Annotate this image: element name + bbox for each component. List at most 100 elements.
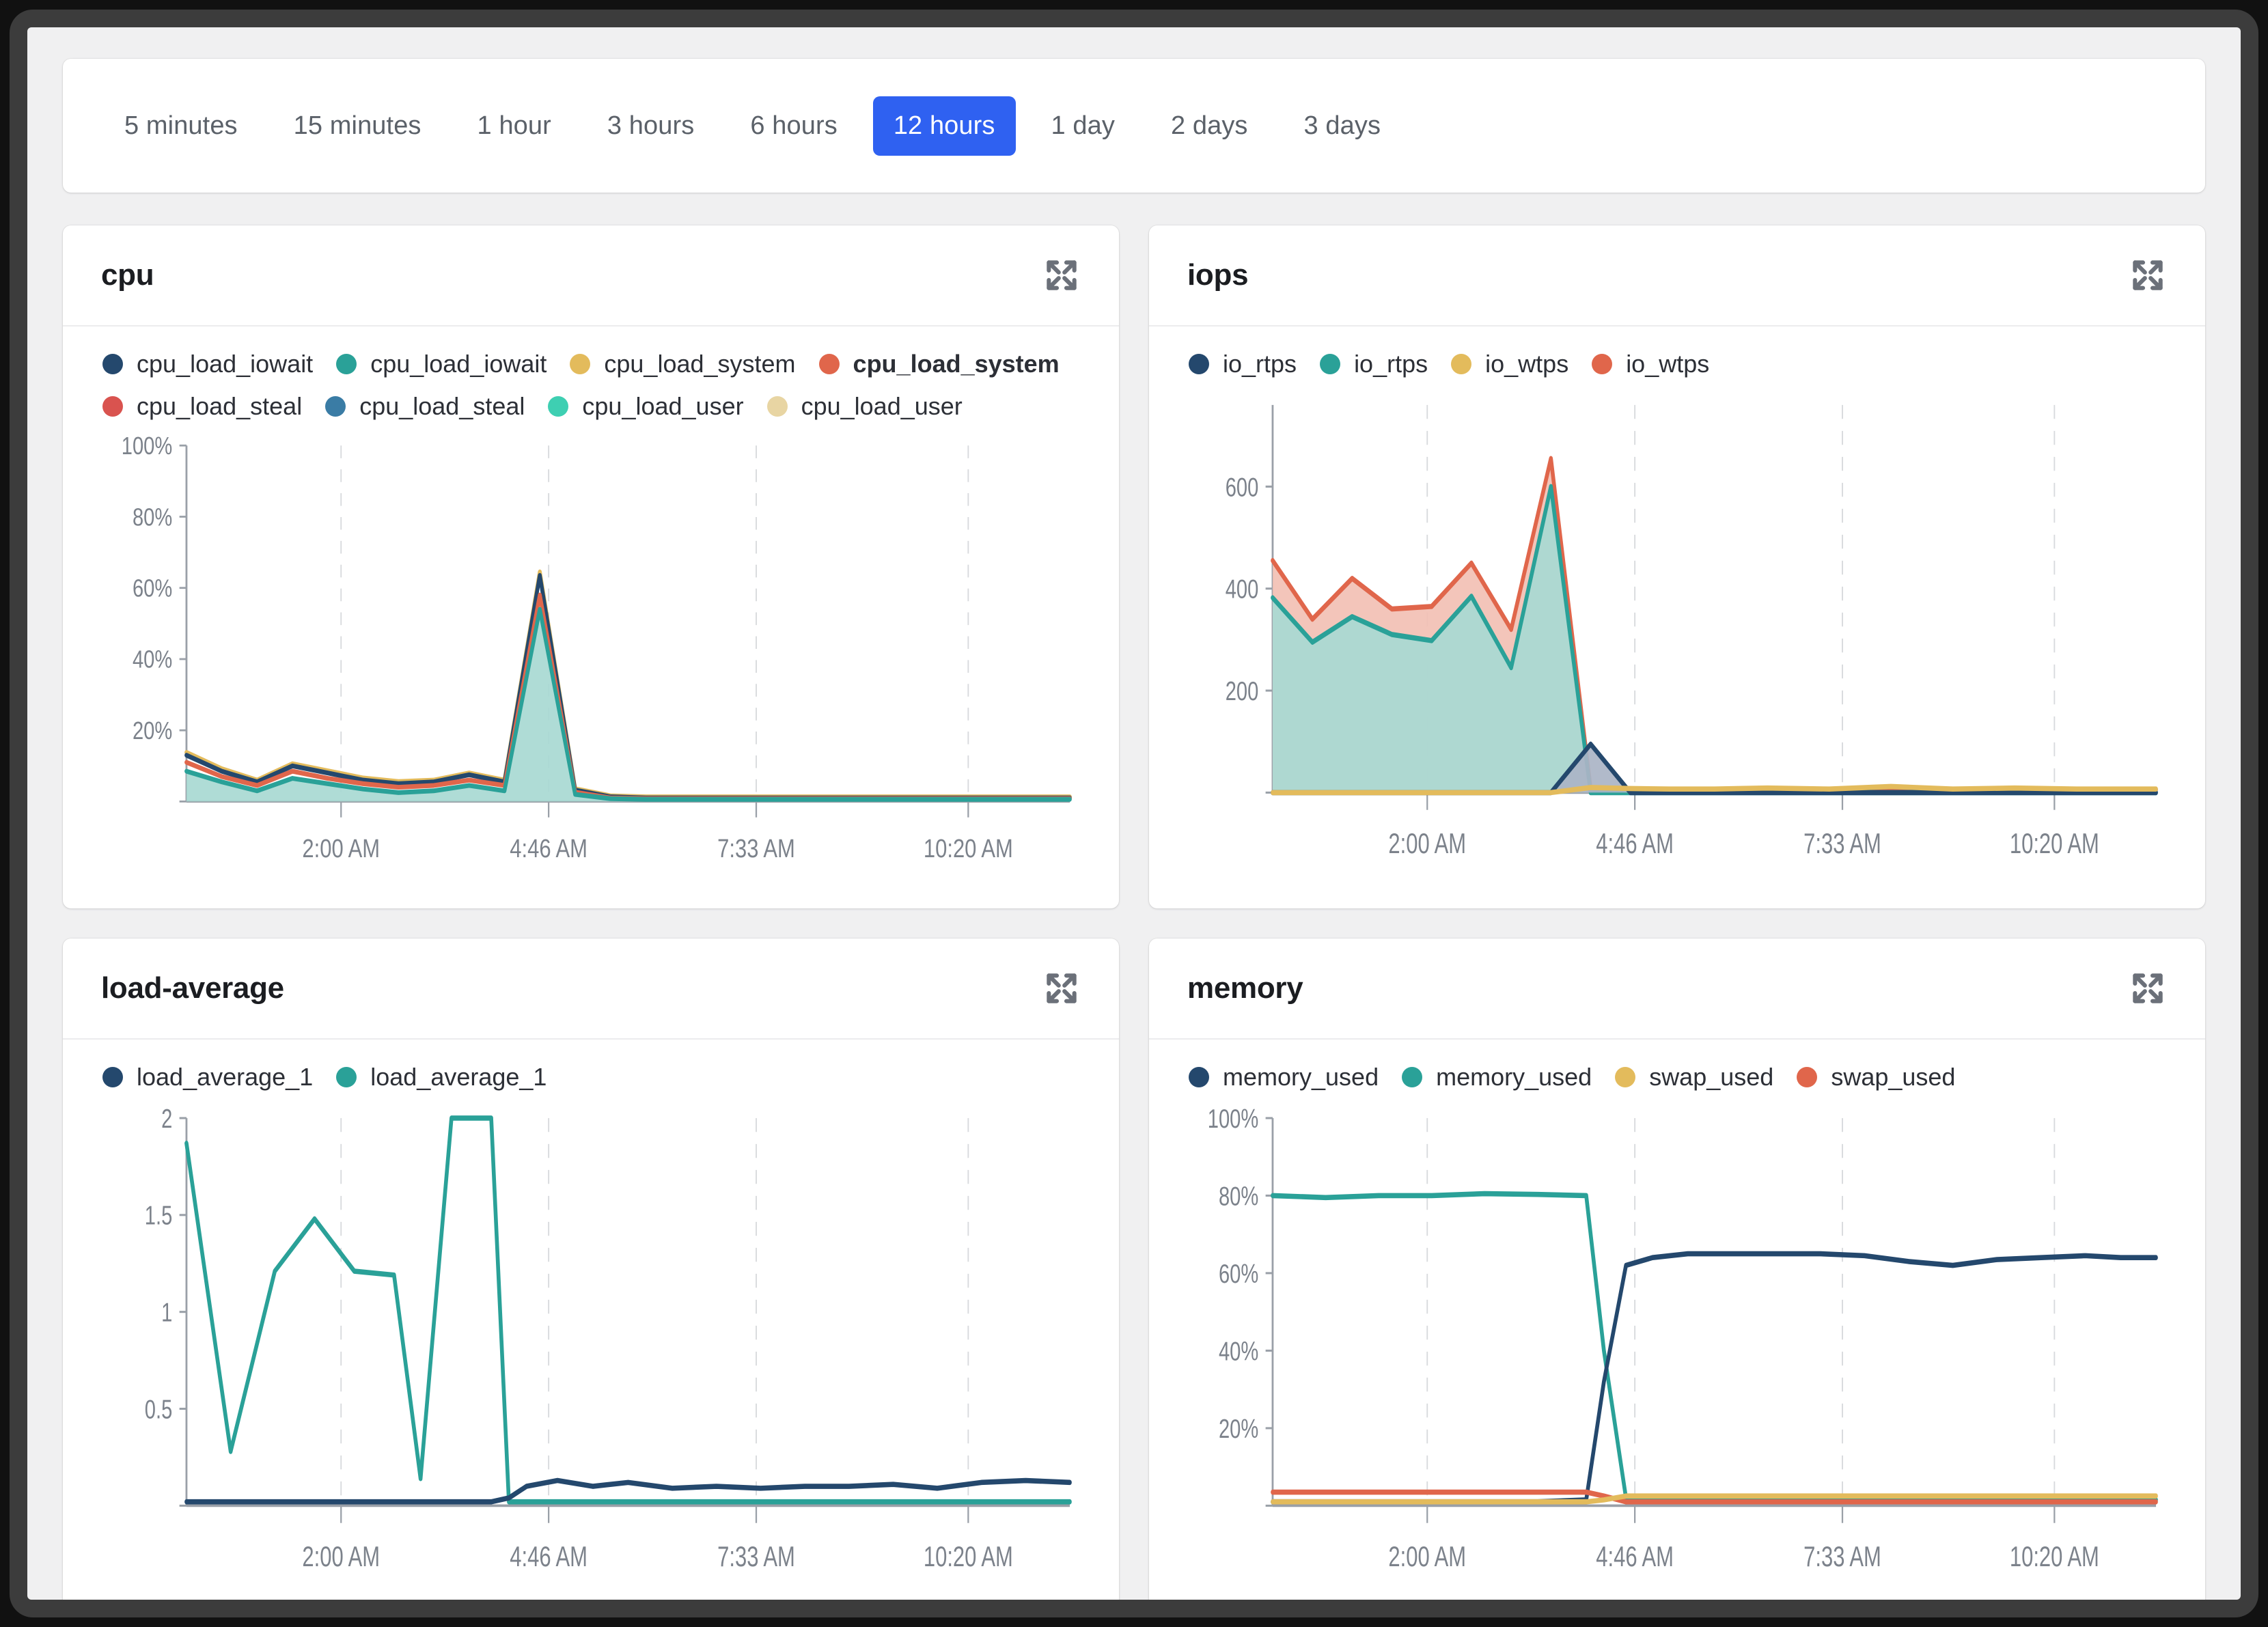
chart-grid: cpucpu_load_iowaitcpu_load_iowaitcpu_loa… bbox=[63, 225, 2205, 1600]
legend-item[interactable]: cpu_load_system bbox=[819, 350, 1060, 378]
legend-label: memory_used bbox=[1223, 1063, 1379, 1091]
svg-text:400: 400 bbox=[1226, 575, 1259, 604]
panel-title: iops bbox=[1187, 258, 1248, 292]
time-range-tab-5-minutes[interactable]: 5 minutes bbox=[104, 96, 258, 156]
chart-panel-memory: memory memory_used memory_used swap_used swa… bbox=[1149, 938, 2205, 1600]
legend-color-dot bbox=[336, 1067, 357, 1087]
legend-item[interactable]: swap_used bbox=[1797, 1063, 1955, 1091]
legend-label: swap_used bbox=[1831, 1063, 1955, 1091]
expand-icon[interactable] bbox=[1042, 256, 1081, 294]
legend-color-dot bbox=[1592, 354, 1612, 374]
chart-panel-load-average: load-average load_average_1 load_average_1… bbox=[63, 938, 1119, 1600]
svg-text:7:33 AM: 7:33 AM bbox=[1803, 1541, 1881, 1573]
legend-color-dot bbox=[767, 396, 788, 417]
legend-item[interactable]: cpu_load_iowait bbox=[336, 350, 547, 378]
time-range-tab-12-hours[interactable]: 12 hours bbox=[873, 96, 1016, 156]
expand-icon[interactable] bbox=[1042, 969, 1081, 1007]
svg-text:7:33 AM: 7:33 AM bbox=[717, 834, 795, 863]
plot-area[interactable]: 20%40%60%80%100%2:00 AM4:46 AM7:33 AM10:… bbox=[90, 425, 1092, 902]
plot-area[interactable]: 20%40%60%80%100%2:00 AM4:46 AM7:33 AM10:… bbox=[1176, 1096, 2178, 1600]
time-range-tab-15-minutes[interactable]: 15 minutes bbox=[273, 96, 442, 156]
panel-header: memory bbox=[1149, 938, 2205, 1040]
svg-text:10:20 AM: 10:20 AM bbox=[924, 1541, 1013, 1573]
legend-item[interactable]: cpu_load_user bbox=[548, 392, 743, 421]
plot-area[interactable]: 2004006002:00 AM4:46 AM7:33 AM10:20 AM bbox=[1176, 383, 2178, 902]
svg-text:600: 600 bbox=[1226, 473, 1259, 502]
legend-label: cpu_load_user bbox=[582, 392, 743, 421]
legend-item[interactable]: cpu_load_steal bbox=[325, 392, 525, 421]
svg-text:60%: 60% bbox=[1219, 1260, 1258, 1289]
legend-label: io_wtps bbox=[1626, 350, 1709, 378]
legend-label: io_rtps bbox=[1223, 350, 1297, 378]
legend-label: load_average_1 bbox=[370, 1063, 547, 1091]
svg-text:20%: 20% bbox=[1219, 1415, 1258, 1444]
legend-color-dot bbox=[819, 354, 840, 374]
legend-color-dot bbox=[1451, 354, 1471, 374]
svg-text:200: 200 bbox=[1226, 677, 1259, 706]
legend-item[interactable]: io_rtps bbox=[1320, 350, 1428, 378]
panel-title: load-average bbox=[101, 971, 284, 1005]
svg-text:80%: 80% bbox=[133, 503, 172, 531]
time-range-tab-2-days[interactable]: 2 days bbox=[1150, 96, 1269, 156]
svg-text:2:00 AM: 2:00 AM bbox=[302, 1541, 380, 1573]
time-range-tab-6-hours[interactable]: 6 hours bbox=[730, 96, 857, 156]
panel-body: io_rtpsio_rtpsio_wtpsio_wtps2004006002:0… bbox=[1149, 326, 2205, 908]
legend-item[interactable]: load_average_1 bbox=[336, 1063, 547, 1091]
plot-area[interactable]: 0.511.522:00 AM4:46 AM7:33 AM10:20 AM bbox=[90, 1096, 1092, 1600]
legend-label: cpu_load_steal bbox=[359, 392, 525, 421]
svg-text:2:00 AM: 2:00 AM bbox=[302, 834, 380, 863]
legend-item[interactable]: cpu_load_iowait bbox=[102, 350, 313, 378]
panel-body: memory_used memory_used swap_used swap_used… bbox=[1149, 1040, 2205, 1600]
time-range-tab-3-hours[interactable]: 3 hours bbox=[587, 96, 715, 156]
expand-icon[interactable] bbox=[2129, 969, 2167, 1007]
legend-color-dot bbox=[548, 396, 568, 417]
browser-frame: 5 minutes15 minutes1 hour3 hours6 hours 1… bbox=[10, 10, 2258, 1617]
legend-label: cpu_load_system bbox=[604, 350, 795, 378]
svg-text:7:33 AM: 7:33 AM bbox=[717, 1541, 795, 1573]
svg-text:60%: 60% bbox=[133, 574, 172, 602]
legend-item[interactable]: cpu_load_user bbox=[767, 392, 963, 421]
legend-item[interactable]: io_wtps bbox=[1592, 350, 1709, 378]
legend-color-dot bbox=[325, 396, 346, 417]
legend-label: cpu_load_system bbox=[853, 350, 1060, 378]
svg-text:80%: 80% bbox=[1219, 1182, 1258, 1211]
time-range-tab-1-hour[interactable]: 1 hour bbox=[457, 96, 572, 156]
legend-label: swap_used bbox=[1649, 1063, 1773, 1091]
panel-header: cpu bbox=[63, 225, 1119, 326]
panel-title: memory bbox=[1187, 971, 1303, 1005]
chart-legend: cpu_load_iowait cpu_load_iowait cpu_load_s… bbox=[90, 350, 1092, 421]
time-range-tab-1-day[interactable]: 1 day bbox=[1031, 96, 1135, 156]
svg-text:100%: 100% bbox=[1208, 1104, 1258, 1134]
legend-item[interactable]: io_rtps bbox=[1189, 350, 1297, 378]
svg-text:10:20 AM: 10:20 AM bbox=[2010, 1541, 2099, 1573]
svg-text:4:46 AM: 4:46 AM bbox=[1596, 828, 1674, 860]
legend-color-dot bbox=[102, 354, 123, 374]
time-range-tab-3-days[interactable]: 3 days bbox=[1284, 96, 1402, 156]
svg-text:10:20 AM: 10:20 AM bbox=[924, 834, 1013, 863]
legend-color-dot bbox=[1615, 1067, 1635, 1087]
legend-label: cpu_load_user bbox=[801, 392, 963, 421]
legend-color-dot bbox=[570, 354, 590, 374]
svg-text:2:00 AM: 2:00 AM bbox=[1388, 1541, 1466, 1573]
chart-legend: memory_used memory_used swap_used swap_used bbox=[1176, 1063, 2178, 1091]
legend-item[interactable]: memory_used bbox=[1402, 1063, 1592, 1091]
svg-text:4:46 AM: 4:46 AM bbox=[1596, 1541, 1674, 1573]
legend-item[interactable]: cpu_load_system bbox=[570, 350, 795, 378]
legend-item[interactable]: swap_used bbox=[1615, 1063, 1773, 1091]
svg-text:7:33 AM: 7:33 AM bbox=[1803, 828, 1881, 860]
legend-color-dot bbox=[336, 354, 357, 374]
legend-label: memory_used bbox=[1436, 1063, 1592, 1091]
legend-label: cpu_load_iowait bbox=[137, 350, 313, 378]
expand-icon[interactable] bbox=[2129, 256, 2167, 294]
chart-panel-cpu: cpucpu_load_iowaitcpu_load_iowaitcpu_loa… bbox=[63, 225, 1119, 908]
legend-item[interactable]: io_wtps bbox=[1451, 350, 1568, 378]
legend-color-dot bbox=[1189, 1067, 1209, 1087]
svg-text:20%: 20% bbox=[133, 717, 172, 745]
svg-text:0.5: 0.5 bbox=[145, 1395, 172, 1424]
legend-item[interactable]: memory_used bbox=[1189, 1063, 1379, 1091]
legend-item[interactable]: load_average_1 bbox=[102, 1063, 313, 1091]
legend-item[interactable]: cpu_load_steal bbox=[102, 392, 302, 421]
legend-color-dot bbox=[1189, 354, 1209, 374]
legend-color-dot bbox=[1402, 1067, 1422, 1087]
svg-text:1.5: 1.5 bbox=[145, 1201, 172, 1231]
